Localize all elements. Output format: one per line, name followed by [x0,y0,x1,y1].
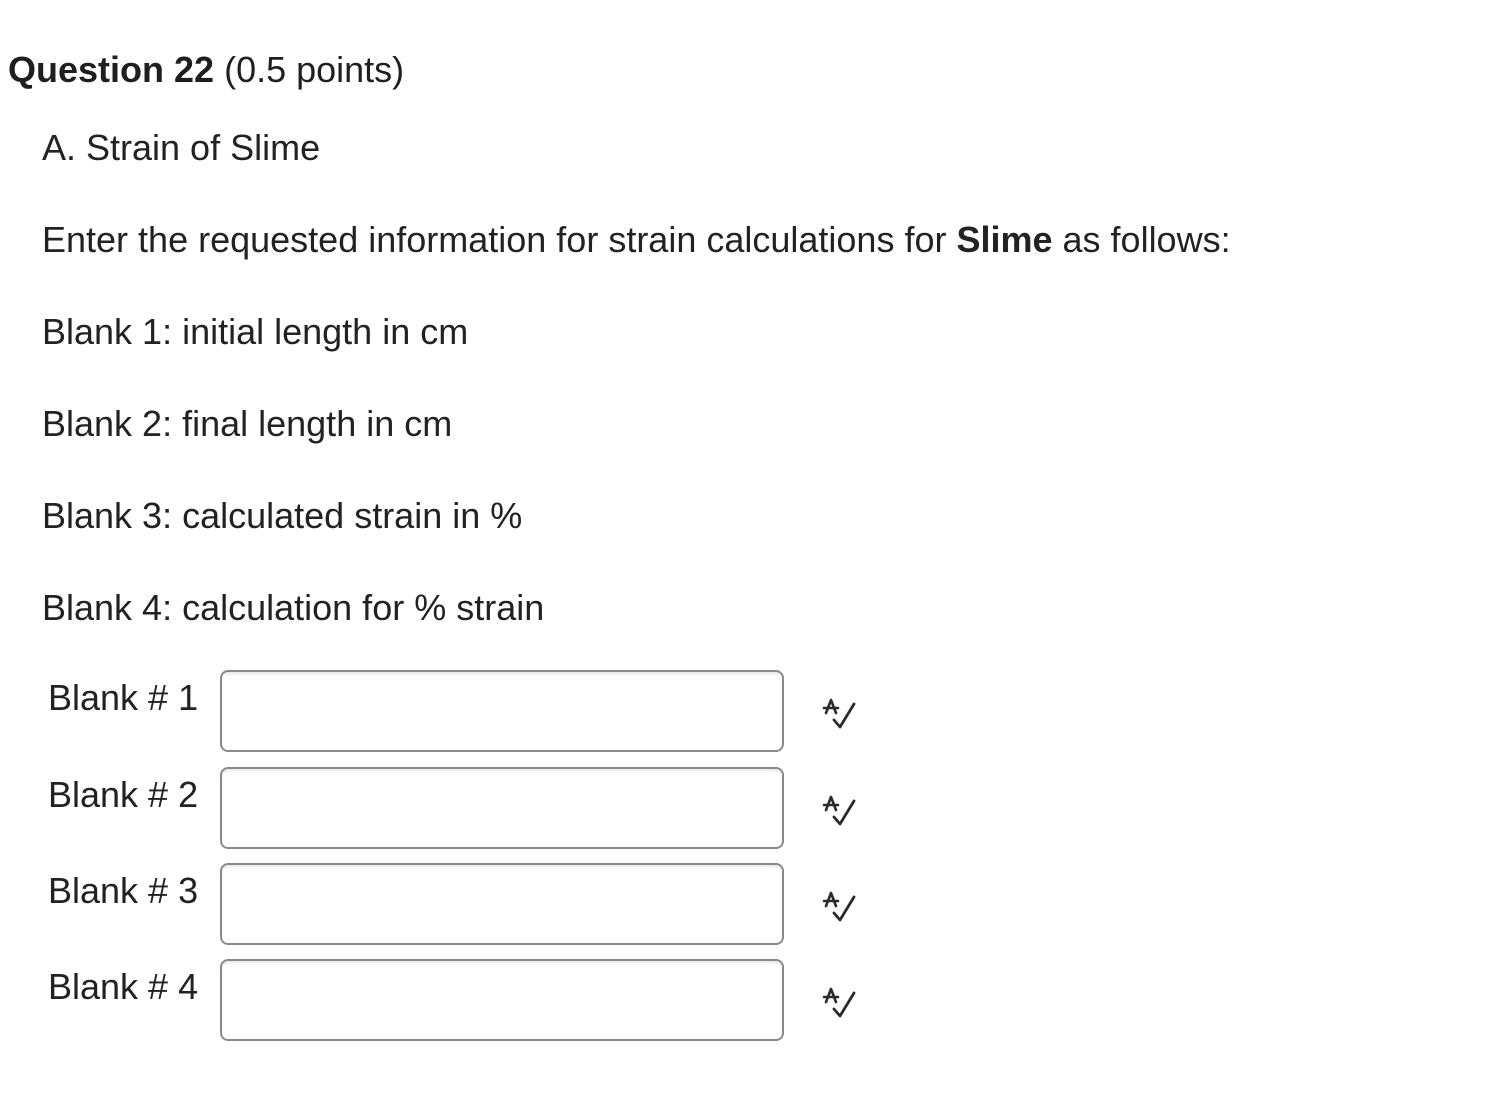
blank-input-2[interactable] [220,767,784,849]
instruction-item-1: Blank 1: initial length in cm [42,311,469,352]
blank-input-1[interactable] [220,670,784,752]
blank-row-3: Blank # 3 [0,863,1496,947]
blank-label-3: Blank # 3 [48,870,199,911]
question-label: Question 22 [8,49,215,90]
instruction-text: Enter the requested information for stra… [42,218,1231,262]
blank-row-1: Blank # 1 [0,670,1496,754]
question-title: Question 22 (0.5 points) [8,48,404,92]
instruction-text-before: Enter the requested information for stra… [42,219,957,260]
spell-check-icon[interactable] [820,887,860,927]
blank-row-4: Blank # 4 [0,959,1496,1043]
blank-label-4: Blank # 4 [48,966,199,1007]
instruction-item-2: Blank 2: final length in cm [42,403,453,444]
blank-label-2: Blank # 2 [48,774,199,815]
blank-row-2: Blank # 2 [0,767,1496,851]
instruction-text-bold: Slime [956,219,1053,260]
spell-check-icon[interactable] [820,694,860,734]
instruction-item-4: Blank 4: calculation for % strain [42,587,545,628]
spell-check-icon[interactable] [820,983,860,1023]
question-points: (0.5 points) [224,49,405,90]
instruction-text-after: as follows: [1052,219,1231,260]
blank-input-4[interactable] [220,959,784,1041]
blank-label-1: Blank # 1 [48,677,199,718]
section-title: A. Strain of Slime [42,127,321,168]
instruction-item-3: Blank 3: calculated strain in % [42,495,523,536]
blank-input-3[interactable] [220,863,784,945]
spell-check-icon[interactable] [820,791,860,831]
